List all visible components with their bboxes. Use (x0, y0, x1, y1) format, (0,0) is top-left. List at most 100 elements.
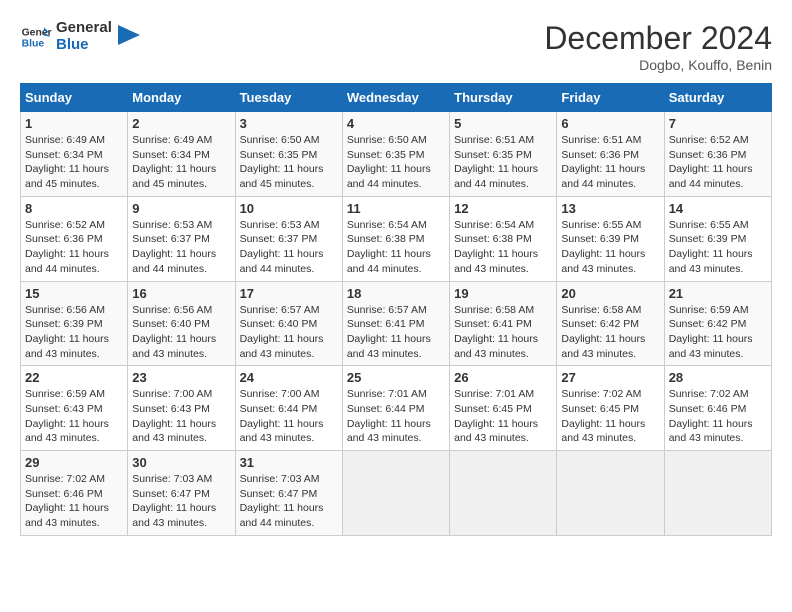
calendar-cell: 27 Sunrise: 7:02 AMSunset: 6:45 PMDaylig… (557, 366, 664, 451)
logo-arrow-icon (118, 21, 140, 49)
title-block: December 2024 Dogbo, Kouffo, Benin (544, 20, 772, 73)
calendar-table: SundayMondayTuesdayWednesdayThursdayFrid… (20, 83, 772, 536)
calendar-cell: 4 Sunrise: 6:50 AMSunset: 6:35 PMDayligh… (342, 112, 449, 197)
calendar-cell: 3 Sunrise: 6:50 AMSunset: 6:35 PMDayligh… (235, 112, 342, 197)
day-info: Sunrise: 6:55 AMSunset: 6:39 PMDaylight:… (561, 218, 659, 277)
calendar-cell: 24 Sunrise: 7:00 AMSunset: 6:44 PMDaylig… (235, 366, 342, 451)
day-number: 17 (240, 286, 338, 301)
calendar-cell: 26 Sunrise: 7:01 AMSunset: 6:45 PMDaylig… (450, 366, 557, 451)
day-number: 15 (25, 286, 123, 301)
calendar-cell (664, 451, 771, 536)
day-number: 8 (25, 201, 123, 216)
day-number: 10 (240, 201, 338, 216)
calendar-cell: 15 Sunrise: 6:56 AMSunset: 6:39 PMDaylig… (21, 281, 128, 366)
calendar-cell: 9 Sunrise: 6:53 AMSunset: 6:37 PMDayligh… (128, 196, 235, 281)
calendar-cell (342, 451, 449, 536)
day-info: Sunrise: 7:03 AMSunset: 6:47 PMDaylight:… (240, 472, 338, 531)
day-info: Sunrise: 7:02 AMSunset: 6:46 PMDaylight:… (669, 387, 767, 446)
day-info: Sunrise: 6:49 AMSunset: 6:34 PMDaylight:… (25, 133, 123, 192)
calendar-cell: 8 Sunrise: 6:52 AMSunset: 6:36 PMDayligh… (21, 196, 128, 281)
day-number: 29 (25, 455, 123, 470)
day-number: 25 (347, 370, 445, 385)
location: Dogbo, Kouffo, Benin (544, 57, 772, 73)
day-info: Sunrise: 6:56 AMSunset: 6:40 PMDaylight:… (132, 303, 230, 362)
weekday-header-saturday: Saturday (664, 84, 771, 112)
day-number: 12 (454, 201, 552, 216)
day-info: Sunrise: 6:52 AMSunset: 6:36 PMDaylight:… (25, 218, 123, 277)
day-number: 9 (132, 201, 230, 216)
calendar-cell: 30 Sunrise: 7:03 AMSunset: 6:47 PMDaylig… (128, 451, 235, 536)
calendar-cell: 12 Sunrise: 6:54 AMSunset: 6:38 PMDaylig… (450, 196, 557, 281)
calendar-cell: 18 Sunrise: 6:57 AMSunset: 6:41 PMDaylig… (342, 281, 449, 366)
calendar-cell: 1 Sunrise: 6:49 AMSunset: 6:34 PMDayligh… (21, 112, 128, 197)
day-info: Sunrise: 6:49 AMSunset: 6:34 PMDaylight:… (132, 133, 230, 192)
day-info: Sunrise: 6:59 AMSunset: 6:43 PMDaylight:… (25, 387, 123, 446)
day-number: 3 (240, 116, 338, 131)
calendar-week-row: 1 Sunrise: 6:49 AMSunset: 6:34 PMDayligh… (21, 112, 772, 197)
day-info: Sunrise: 6:54 AMSunset: 6:38 PMDaylight:… (454, 218, 552, 277)
day-number: 30 (132, 455, 230, 470)
calendar-cell: 11 Sunrise: 6:54 AMSunset: 6:38 PMDaylig… (342, 196, 449, 281)
calendar-cell: 19 Sunrise: 6:58 AMSunset: 6:41 PMDaylig… (450, 281, 557, 366)
day-info: Sunrise: 7:01 AMSunset: 6:45 PMDaylight:… (454, 387, 552, 446)
day-number: 7 (669, 116, 767, 131)
calendar-cell: 20 Sunrise: 6:58 AMSunset: 6:42 PMDaylig… (557, 281, 664, 366)
day-info: Sunrise: 6:50 AMSunset: 6:35 PMDaylight:… (240, 133, 338, 192)
day-number: 21 (669, 286, 767, 301)
day-number: 28 (669, 370, 767, 385)
weekday-header-wednesday: Wednesday (342, 84, 449, 112)
day-info: Sunrise: 6:57 AMSunset: 6:40 PMDaylight:… (240, 303, 338, 362)
day-info: Sunrise: 7:01 AMSunset: 6:44 PMDaylight:… (347, 387, 445, 446)
calendar-week-row: 22 Sunrise: 6:59 AMSunset: 6:43 PMDaylig… (21, 366, 772, 451)
calendar-cell: 6 Sunrise: 6:51 AMSunset: 6:36 PMDayligh… (557, 112, 664, 197)
calendar-cell: 31 Sunrise: 7:03 AMSunset: 6:47 PMDaylig… (235, 451, 342, 536)
calendar-cell: 22 Sunrise: 6:59 AMSunset: 6:43 PMDaylig… (21, 366, 128, 451)
calendar-cell: 23 Sunrise: 7:00 AMSunset: 6:43 PMDaylig… (128, 366, 235, 451)
calendar-cell: 5 Sunrise: 6:51 AMSunset: 6:35 PMDayligh… (450, 112, 557, 197)
day-info: Sunrise: 6:51 AMSunset: 6:35 PMDaylight:… (454, 133, 552, 192)
day-number: 22 (25, 370, 123, 385)
day-info: Sunrise: 6:50 AMSunset: 6:35 PMDaylight:… (347, 133, 445, 192)
calendar-cell: 13 Sunrise: 6:55 AMSunset: 6:39 PMDaylig… (557, 196, 664, 281)
day-info: Sunrise: 6:57 AMSunset: 6:41 PMDaylight:… (347, 303, 445, 362)
day-info: Sunrise: 7:03 AMSunset: 6:47 PMDaylight:… (132, 472, 230, 531)
day-info: Sunrise: 7:00 AMSunset: 6:44 PMDaylight:… (240, 387, 338, 446)
day-number: 11 (347, 201, 445, 216)
calendar-cell: 21 Sunrise: 6:59 AMSunset: 6:42 PMDaylig… (664, 281, 771, 366)
day-number: 31 (240, 455, 338, 470)
weekday-header-monday: Monday (128, 84, 235, 112)
day-number: 4 (347, 116, 445, 131)
calendar-cell: 16 Sunrise: 6:56 AMSunset: 6:40 PMDaylig… (128, 281, 235, 366)
logo: General Blue General Blue (20, 20, 140, 53)
calendar-cell (557, 451, 664, 536)
day-number: 5 (454, 116, 552, 131)
weekday-header-thursday: Thursday (450, 84, 557, 112)
day-info: Sunrise: 6:59 AMSunset: 6:42 PMDaylight:… (669, 303, 767, 362)
calendar-cell: 28 Sunrise: 7:02 AMSunset: 6:46 PMDaylig… (664, 366, 771, 451)
day-info: Sunrise: 6:52 AMSunset: 6:36 PMDaylight:… (669, 133, 767, 192)
day-info: Sunrise: 7:02 AMSunset: 6:45 PMDaylight:… (561, 387, 659, 446)
logo-blue: Blue (56, 37, 112, 54)
day-number: 20 (561, 286, 659, 301)
day-number: 14 (669, 201, 767, 216)
calendar-week-row: 29 Sunrise: 7:02 AMSunset: 6:46 PMDaylig… (21, 451, 772, 536)
calendar-cell: 29 Sunrise: 7:02 AMSunset: 6:46 PMDaylig… (21, 451, 128, 536)
day-number: 1 (25, 116, 123, 131)
calendar-cell: 7 Sunrise: 6:52 AMSunset: 6:36 PMDayligh… (664, 112, 771, 197)
day-info: Sunrise: 6:58 AMSunset: 6:42 PMDaylight:… (561, 303, 659, 362)
day-info: Sunrise: 6:58 AMSunset: 6:41 PMDaylight:… (454, 303, 552, 362)
calendar-cell: 17 Sunrise: 6:57 AMSunset: 6:40 PMDaylig… (235, 281, 342, 366)
day-info: Sunrise: 6:54 AMSunset: 6:38 PMDaylight:… (347, 218, 445, 277)
day-number: 2 (132, 116, 230, 131)
calendar-week-row: 8 Sunrise: 6:52 AMSunset: 6:36 PMDayligh… (21, 196, 772, 281)
day-number: 6 (561, 116, 659, 131)
day-number: 13 (561, 201, 659, 216)
weekday-header-friday: Friday (557, 84, 664, 112)
day-info: Sunrise: 7:00 AMSunset: 6:43 PMDaylight:… (132, 387, 230, 446)
calendar-cell (450, 451, 557, 536)
weekday-header-tuesday: Tuesday (235, 84, 342, 112)
day-number: 24 (240, 370, 338, 385)
calendar-cell: 25 Sunrise: 7:01 AMSunset: 6:44 PMDaylig… (342, 366, 449, 451)
calendar-cell: 2 Sunrise: 6:49 AMSunset: 6:34 PMDayligh… (128, 112, 235, 197)
month-title: December 2024 (544, 20, 772, 57)
